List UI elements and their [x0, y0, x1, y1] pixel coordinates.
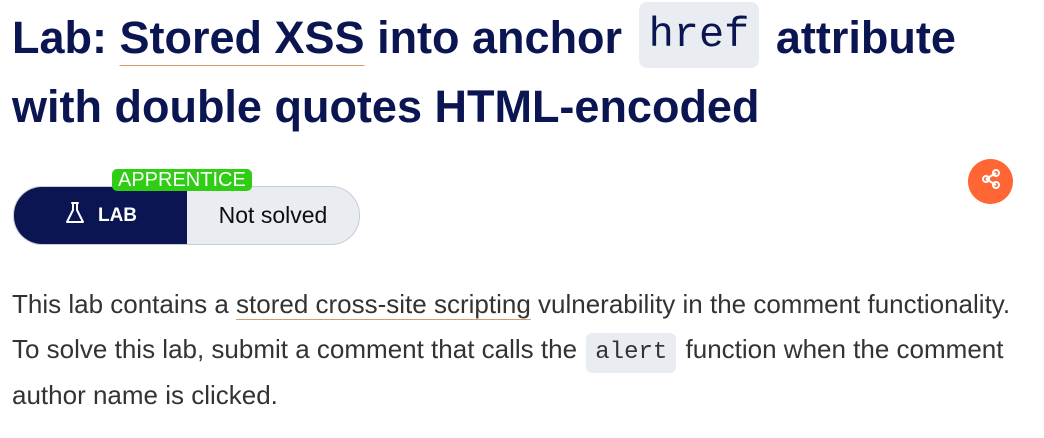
lab-status-pill: LAB Not solved	[13, 186, 360, 245]
stored-xss-link[interactable]: stored cross-site scripting	[236, 289, 531, 319]
share-icon	[979, 167, 1003, 196]
title-stored-xss-link[interactable]: Stored XSS	[120, 12, 365, 63]
share-button[interactable]	[968, 159, 1013, 204]
lab-type-label: LAB	[14, 187, 187, 244]
lab-description: This lab contains a stored cross-site sc…	[12, 282, 1032, 418]
title-middle: into anchor	[364, 12, 635, 63]
code-alert: alert	[586, 333, 677, 373]
level-badge: APPRENTICE	[112, 169, 252, 191]
title-code-href: href	[638, 2, 760, 69]
solve-status: Not solved	[218, 202, 328, 228]
description-part1: This lab contains a	[12, 289, 237, 319]
page-title: Lab: Stored XSS into anchor href attribu…	[12, 2, 1032, 139]
title-prefix: Lab:	[12, 12, 120, 63]
lab-type-text: LAB	[97, 204, 138, 226]
flask-icon	[64, 201, 86, 231]
